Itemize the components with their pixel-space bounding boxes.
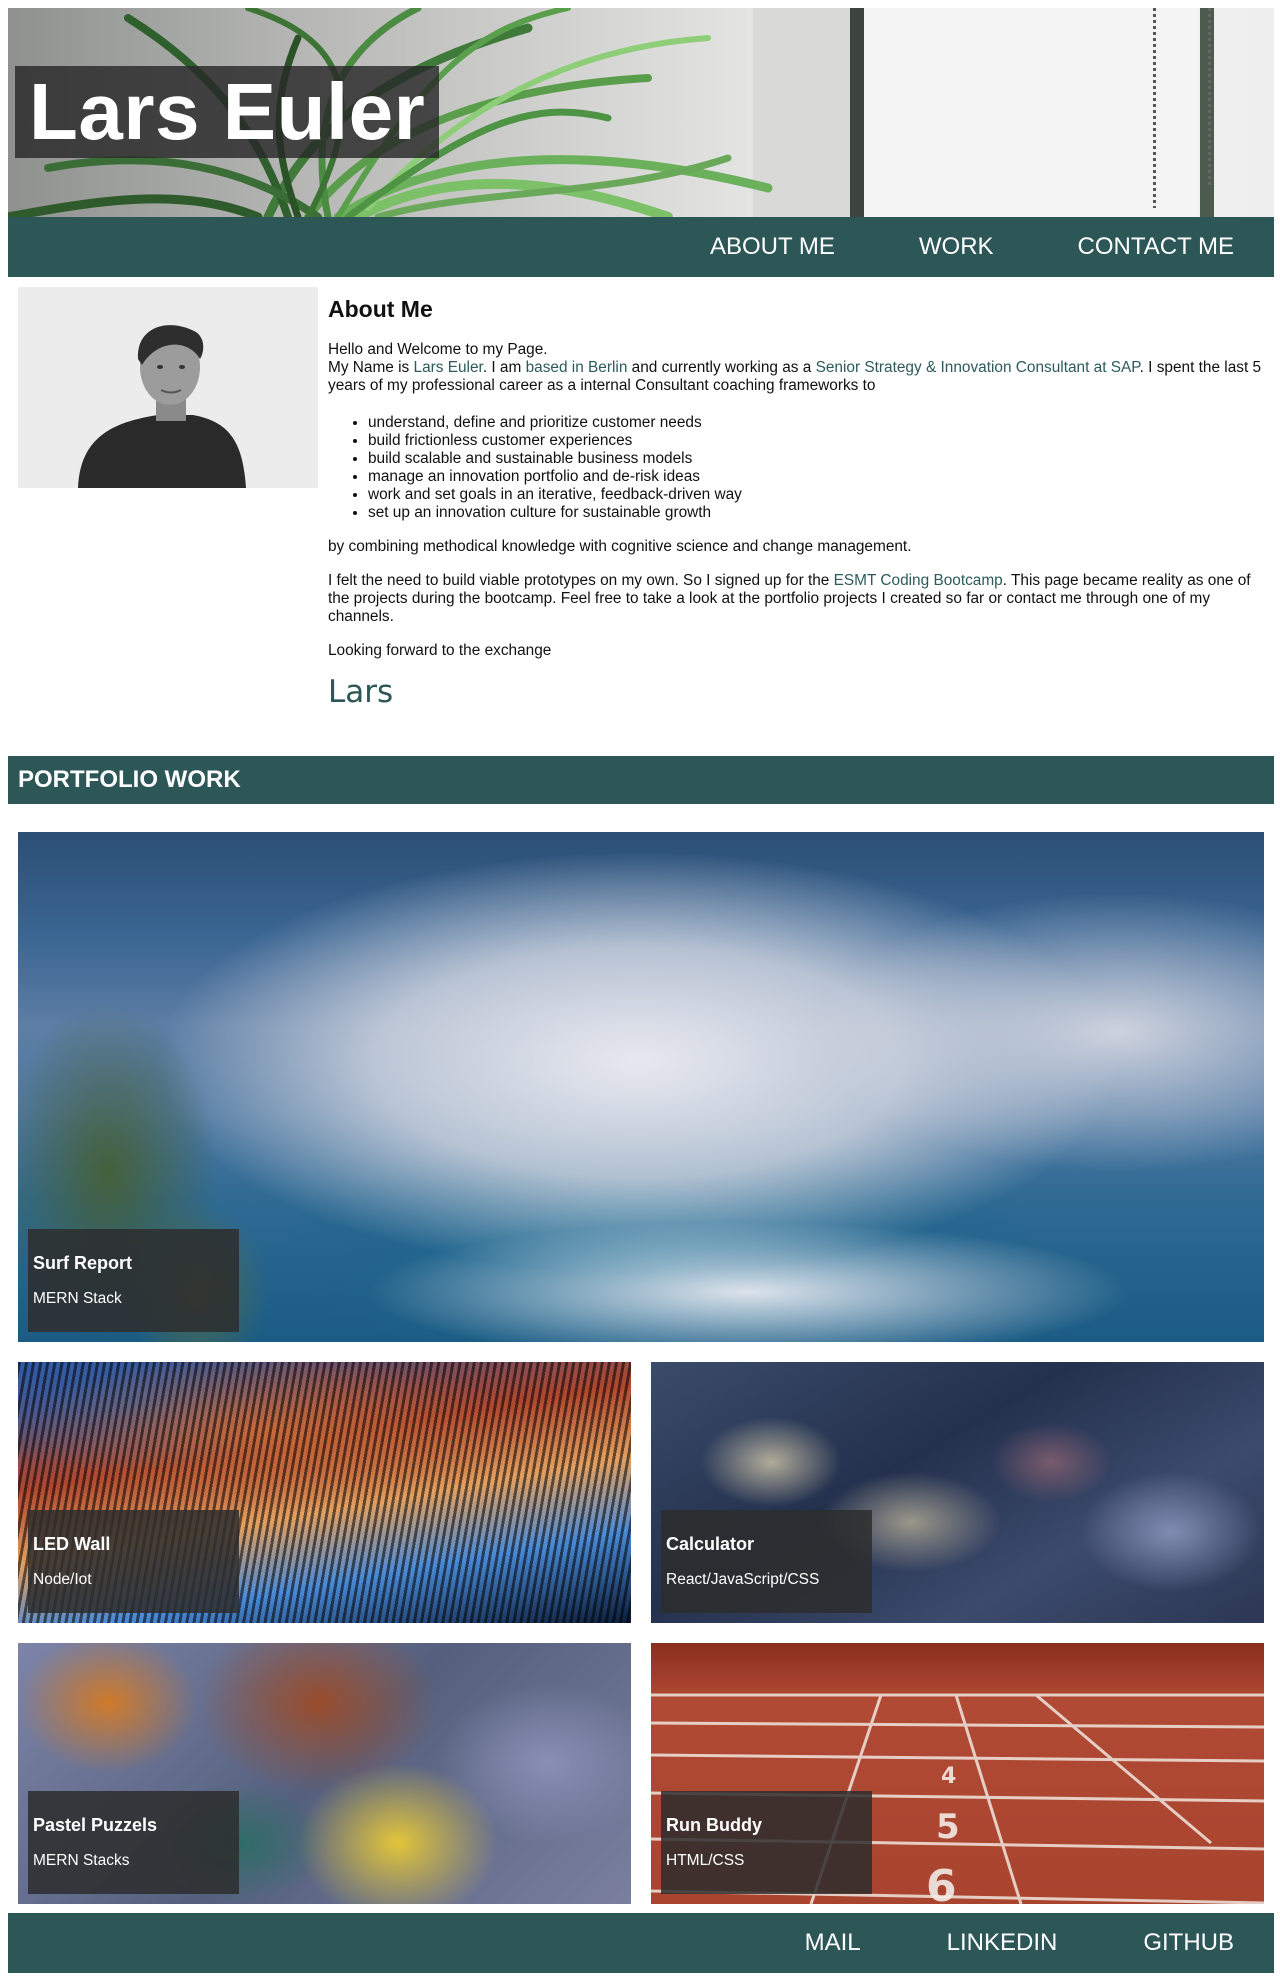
footer-nav: MAIL LINKEDIN GITHUB [8,1913,1274,1973]
window-pane [858,8,1198,217]
project-stack: MERN Stacks [33,1852,130,1869]
blind-chain [1153,8,1156,208]
list-item: build scalable and sustainable business … [368,450,1274,468]
github-link[interactable]: GITHUB [1143,1929,1234,1957]
nav-about-link[interactable]: ABOUT ME [710,233,835,261]
nav-contact-link[interactable]: CONTACT ME [1078,233,1234,261]
main-nav: ABOUT ME WORK CONTACT ME [8,217,1274,277]
closing-text: Looking forward to the exchange [328,642,552,659]
intro-text: and currently working as a [627,359,816,376]
nav-work-link[interactable]: WORK [919,233,994,261]
greeting-text: Hello and Welcome to my Page. [328,341,548,358]
project-caption: Surf Report MERN Stack [28,1229,239,1332]
project-title: LED Wall [33,1534,111,1554]
header-banner: Lars Euler [8,8,1274,217]
project-stack: Node/Iot [33,1571,92,1588]
about-section: About Me Hello and Welcome to my Page. M… [328,296,1274,710]
about-intro: Hello and Welcome to my Page. My Name is… [328,341,1274,395]
project-card-surf-report[interactable]: Surf Report MERN Stack [18,832,1264,1342]
name-link[interactable]: Lars Euler [414,359,483,376]
blind-chain [1208,8,1211,188]
project-title: Pastel Puzzels [33,1815,158,1835]
combining-text: by combining methodical knowledge with c… [328,538,912,555]
portfolio-heading: PORTFOLIO WORK [18,766,241,793]
project-caption: LED Wall Node/Iot [28,1510,239,1613]
mail-link[interactable]: MAIL [805,1929,861,1957]
project-card-pastel-puzzels[interactable]: Pastel Puzzels MERN Stacks [18,1643,631,1904]
list-item: build frictionless customer experiences [368,432,1274,450]
project-stack: MERN Stack [33,1290,122,1307]
bootcamp-paragraph: I felt the need to build viable prototyp… [328,572,1274,626]
list-item: set up an innovation culture for sustain… [368,504,1274,522]
bootcamp-link[interactable]: ESMT Coding Bootcamp [834,572,1003,589]
project-caption: Run Buddy HTML/CSS [661,1791,872,1894]
bootcamp-text: I felt the need to build viable prototyp… [328,572,834,589]
list-item: understand, define and prioritize custom… [368,414,1274,432]
project-stack: HTML/CSS [666,1852,745,1869]
svg-text:5: 5 [936,1807,960,1847]
project-card-led-wall[interactable]: LED Wall Node/Iot [18,1362,631,1623]
linkedin-link[interactable]: LINKEDIN [947,1929,1058,1957]
project-title: Surf Report [33,1253,132,1273]
job-link[interactable]: Senior Strategy & Innovation Consultant … [816,359,1140,376]
list-item: work and set goals in an iterative, feed… [368,486,1274,504]
window-frame [850,8,864,217]
project-title: Calculator [666,1534,755,1554]
list-item: manage an innovation portfolio and de-ri… [368,468,1274,486]
project-card-calculator[interactable]: Calculator React/JavaScript/CSS [651,1362,1264,1623]
about-heading: About Me [328,296,433,322]
svg-text:6: 6 [926,1861,957,1904]
svg-text:4: 4 [941,1764,956,1789]
intro-text: . I am [482,359,526,376]
intro-text: My Name is [328,359,414,376]
page-title: Lars Euler [29,67,426,156]
signature: Lars [328,674,394,710]
project-caption: Pastel Puzzels MERN Stacks [28,1791,239,1894]
project-caption: Calculator React/JavaScript/CSS [661,1510,872,1613]
portfolio-header-bar: PORTFOLIO WORK [8,756,1274,804]
location-link[interactable]: based in Berlin [526,359,628,376]
project-title: Run Buddy [666,1815,762,1835]
project-card-run-buddy[interactable]: 4 5 6 Run Buddy HTML/CSS [651,1643,1264,1904]
skills-list: understand, define and prioritize custom… [328,414,1274,522]
wave-foam [248,1212,1264,1342]
project-stack: React/JavaScript/CSS [666,1571,820,1588]
title-box: Lars Euler [15,66,440,158]
profile-photo [18,287,318,488]
window-frame [1200,8,1214,217]
